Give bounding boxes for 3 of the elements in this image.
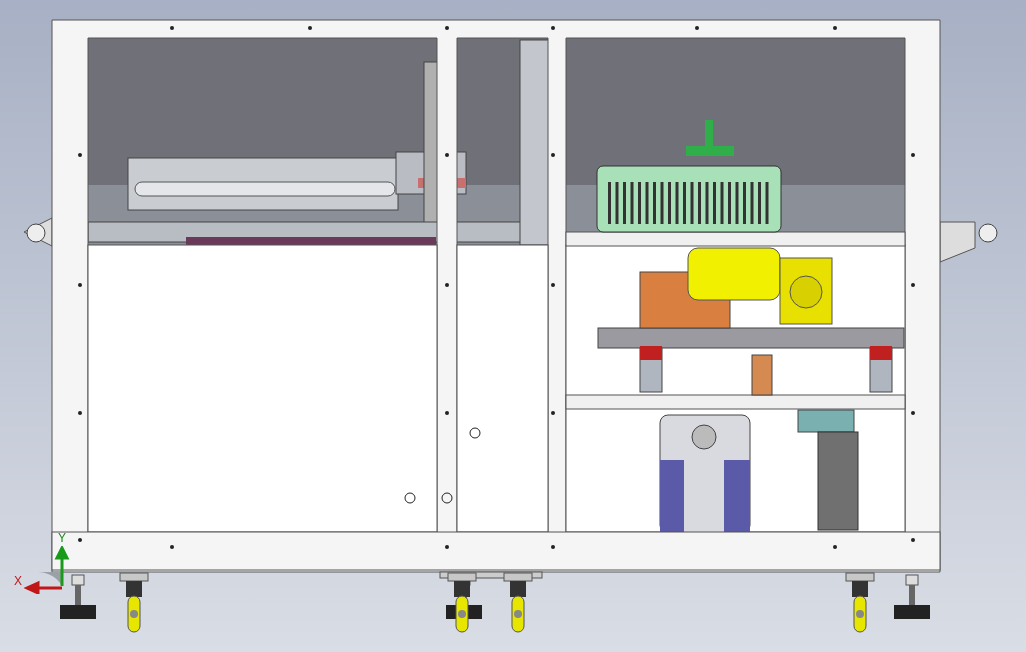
axis-triad-icon — [24, 546, 72, 594]
axis-label: Y — [58, 532, 66, 544]
axis-label: X — [14, 575, 22, 587]
